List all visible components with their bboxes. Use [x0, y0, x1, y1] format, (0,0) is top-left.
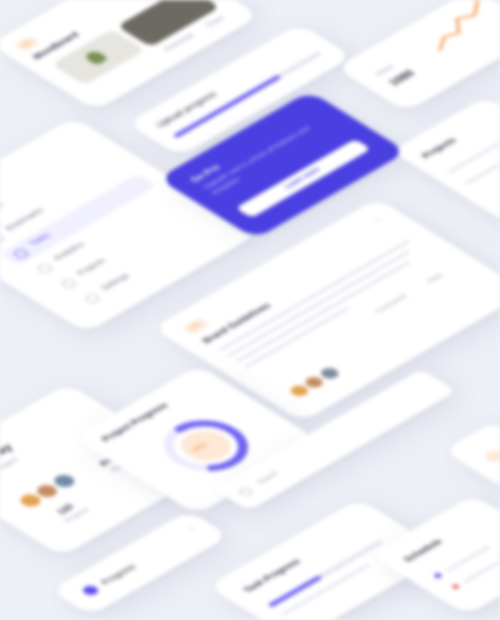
detail-badge-label: Art [190, 322, 202, 330]
badge: Art [14, 36, 41, 52]
sidebar-item-label: Tasks [27, 231, 53, 247]
schedule-title: Schedule [400, 537, 445, 564]
mini-widget-dot [481, 449, 500, 464]
avatar-group [283, 363, 350, 401]
projects-icon [59, 278, 78, 289]
scene: Art Moodboard Download Share Upload prog… [0, 0, 500, 620]
bookmark-icon [0, 233, 6, 244]
chevron-right-icon[interactable]: › [186, 525, 199, 533]
projects-card: Projects [391, 96, 500, 234]
search-input[interactable]: Search [255, 471, 280, 486]
task-fill [267, 575, 323, 608]
mini-widget [443, 420, 500, 490]
comments-action[interactable]: Comments [374, 294, 409, 315]
sidebar-item-label: Projects [74, 257, 108, 277]
text-line [465, 157, 500, 185]
sidebar-item-label: Home [0, 201, 6, 218]
task-track [267, 539, 385, 608]
trend-line [438, 0, 480, 51]
stats-card: 1080 Views [335, 0, 500, 113]
detail-badge: Art [182, 317, 210, 335]
event-dot [450, 583, 461, 590]
analytics-icon [35, 263, 54, 274]
progress-label: Upload progress [153, 90, 220, 129]
bolt-icon [80, 584, 102, 597]
plant-icon [82, 49, 109, 66]
sidebar-item-label: Analytics [51, 240, 87, 262]
event-dot [432, 572, 444, 579]
badge-label: Art [21, 40, 34, 48]
search-icon [237, 486, 255, 497]
share-link[interactable]: Share [204, 15, 226, 28]
files-action[interactable]: Files [426, 273, 445, 284]
sidebar-item-label: Settings [98, 272, 132, 292]
more-icon[interactable]: ⋯ [369, 215, 387, 226]
tasks-icon [12, 248, 30, 259]
learn-more-button[interactable]: Learn more [235, 139, 371, 218]
settings-icon [83, 293, 102, 304]
profile-role: Product Designer [0, 456, 22, 487]
projects-title: Projects [419, 136, 459, 160]
progress-row-label: Progress [98, 562, 139, 587]
text-line [217, 239, 411, 352]
avatar-group [13, 470, 86, 512]
schedule-card: Schedule [369, 494, 500, 616]
